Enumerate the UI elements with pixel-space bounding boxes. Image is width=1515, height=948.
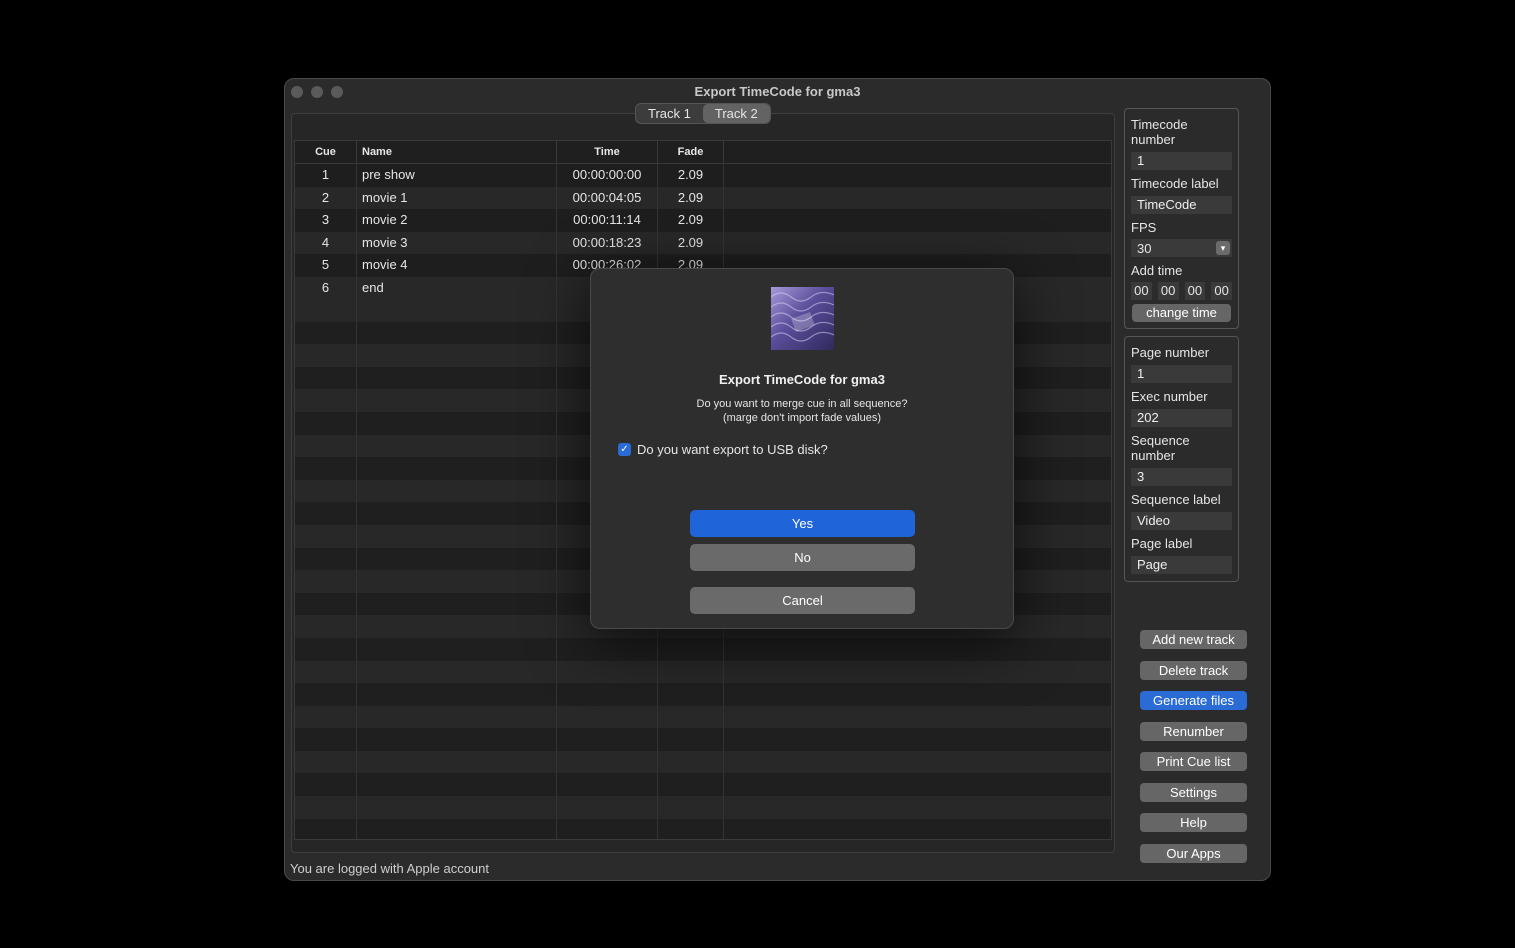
cell-name: movie 4: [357, 254, 557, 277]
cell-cue: 2: [295, 186, 357, 210]
cell-time: 00:00:04:05: [557, 186, 658, 210]
no-button[interactable]: No: [690, 544, 915, 571]
usb-export-checkbox[interactable]: ✓: [618, 443, 631, 456]
table-row[interactable]: 3 movie 2 00:00:11:14 2.09: [295, 209, 1111, 232]
exec-number-label: Exec number: [1131, 389, 1208, 404]
fps-value: 30: [1137, 240, 1152, 256]
cell-cue: 4: [295, 231, 357, 255]
add-time-hours[interactable]: 00: [1131, 282, 1152, 300]
header-time[interactable]: Time: [557, 141, 658, 163]
page-number-field[interactable]: 1: [1131, 364, 1232, 383]
usb-export-checkbox-label[interactable]: Do you want export to USB disk?: [637, 442, 828, 457]
fps-label: FPS: [1131, 220, 1157, 235]
header-fade[interactable]: Fade: [658, 141, 724, 163]
timecode-label-label: Timecode label: [1131, 176, 1219, 191]
app-icon: [771, 287, 834, 350]
cell-cue: 6: [295, 276, 357, 300]
add-time-label: Add time: [1131, 263, 1183, 278]
sequence-number-label: Sequence number: [1131, 433, 1190, 463]
page-number-label: Page number: [1131, 345, 1210, 360]
table-row[interactable]: 2 movie 1 00:00:04:05 2.09: [295, 186, 1111, 210]
add-time-frames[interactable]: 00: [1211, 282, 1232, 300]
table-row[interactable]: 1 pre show 00:00:00:00 2.09: [295, 164, 1111, 187]
cell-time: 00:00:18:23: [557, 231, 658, 255]
fps-select[interactable]: 30 ▾: [1131, 239, 1232, 257]
add-time-fields: 00 00 00 00: [1131, 282, 1232, 300]
generate-files-button[interactable]: Generate files: [1140, 691, 1247, 710]
dialog-title: Export TimeCode for gma3: [719, 372, 885, 387]
usb-export-checkbox-row[interactable]: ✓ Do you want export to USB disk?: [618, 442, 828, 457]
header-name[interactable]: Name: [357, 141, 557, 163]
header-cue[interactable]: Cue: [295, 141, 357, 163]
renumber-button[interactable]: Renumber: [1140, 722, 1247, 741]
dialog-message-line-1: Do you want to merge cue in all sequence…: [696, 398, 908, 410]
page-label-label: Page label: [1131, 536, 1193, 551]
add-new-track-button[interactable]: Add new track: [1140, 630, 1247, 649]
table-row[interactable]: 4 movie 3 00:00:18:23 2.09: [295, 231, 1111, 255]
cell-fade: 2.09: [658, 164, 724, 187]
settings-button[interactable]: Settings: [1140, 783, 1247, 802]
cell-name: movie 2: [357, 209, 557, 232]
cell-fade: 2.09: [658, 231, 724, 255]
add-time-seconds[interactable]: 00: [1184, 282, 1206, 300]
cell-fade: 2.09: [658, 209, 724, 232]
sequence-label-label: Sequence label: [1131, 492, 1221, 507]
cell-name: movie 3: [357, 231, 557, 255]
sequence-label-field[interactable]: Video: [1131, 511, 1232, 530]
timecode-number-label: Timecode number: [1131, 117, 1188, 147]
cancel-button[interactable]: Cancel: [690, 587, 915, 614]
cell-fade: 2.09: [658, 186, 724, 210]
cell-name: pre show: [357, 164, 557, 187]
change-time-button[interactable]: change time: [1132, 304, 1231, 322]
help-button[interactable]: Help: [1140, 813, 1247, 832]
app-icon-graphic: [771, 291, 834, 342]
timecode-panel: Timecode number 1 Timecode label TimeCod…: [1124, 108, 1239, 329]
our-apps-button[interactable]: Our Apps: [1140, 844, 1247, 863]
timecode-label-field[interactable]: TimeCode: [1131, 195, 1232, 214]
dialog-message: Do you want to merge cue in all sequence…: [591, 397, 1013, 425]
cell-name: movie 1: [357, 186, 557, 210]
cell-cue: 1: [295, 164, 357, 187]
print-cue-list-button[interactable]: Print Cue list: [1140, 752, 1247, 771]
status-bar-text: You are logged with Apple account: [290, 861, 490, 876]
cell-cue: 3: [295, 209, 357, 232]
delete-track-button[interactable]: Delete track: [1140, 661, 1247, 680]
dialog-message-line-2: (marge don't import fade values): [722, 412, 881, 424]
add-time-minutes[interactable]: 00: [1157, 282, 1179, 300]
tab-track-2[interactable]: Track 2: [702, 104, 770, 123]
cell-name: end: [357, 276, 557, 300]
chevron-down-icon: ▾: [1216, 241, 1230, 255]
export-dialog: Export TimeCode for gma3 Do you want to …: [590, 268, 1014, 629]
page-label-field[interactable]: Page: [1131, 555, 1232, 574]
exec-number-field[interactable]: 202: [1131, 408, 1232, 427]
sequence-number-field[interactable]: 3: [1131, 467, 1232, 486]
cell-time: 00:00:11:14: [557, 209, 658, 232]
timecode-number-field[interactable]: 1: [1131, 151, 1232, 170]
tab-track-1[interactable]: Track 1: [636, 104, 703, 123]
yes-button[interactable]: Yes: [690, 510, 915, 537]
table-header: Cue Name Time Fade: [295, 141, 1111, 164]
window-title: Export TimeCode for gma3: [694, 84, 861, 99]
track-tabs: Track 1 Track 2: [635, 103, 771, 124]
cell-time: 00:00:00:00: [557, 164, 658, 187]
sequence-panel: Page number 1 Exec number 202 Sequence n…: [1124, 336, 1239, 582]
cell-cue: 5: [295, 254, 357, 277]
